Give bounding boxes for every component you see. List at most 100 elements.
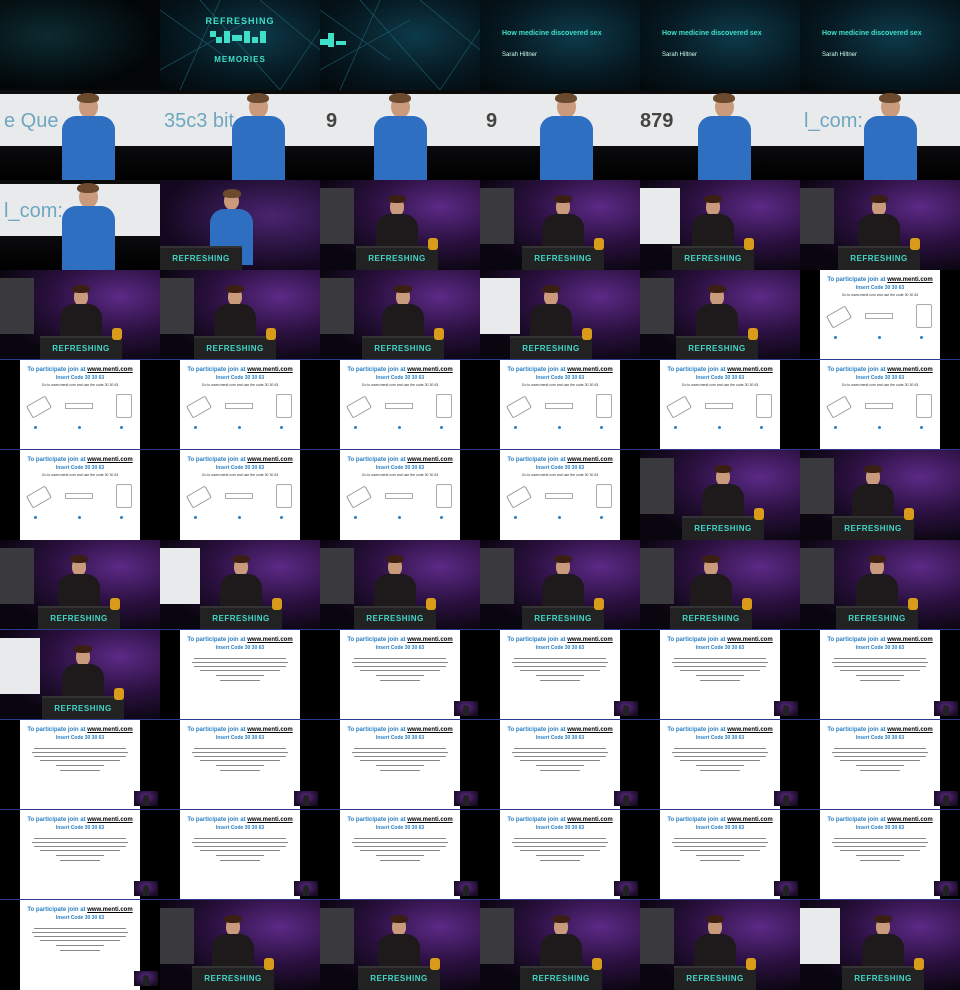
speaker-inset xyxy=(614,701,638,716)
video-thumbnail: REFRESHING xyxy=(160,540,320,630)
heading-link[interactable]: www.menti.com xyxy=(87,367,132,373)
slide-heading: To participate join at www.menti.com xyxy=(20,817,140,823)
logo-pixel xyxy=(320,39,328,45)
podium: REFRESHING xyxy=(842,966,924,990)
text-line xyxy=(56,945,104,947)
slide-subtext: Go to www.menti.com and use the code 30 … xyxy=(521,473,599,477)
heading-link[interactable]: www.menti.com xyxy=(887,727,932,733)
video-thumbnail: To participate join at www.menti.com Inse… xyxy=(320,360,480,450)
speaker-inset xyxy=(774,701,798,716)
text-line xyxy=(672,662,768,664)
heading-link[interactable]: www.menti.com xyxy=(727,637,772,643)
heading-prefix: To participate join at xyxy=(27,817,88,823)
logo-pixels xyxy=(210,31,270,49)
text-line xyxy=(834,666,926,668)
heading-link[interactable]: www.menti.com xyxy=(727,367,772,373)
heading-link[interactable]: www.menti.com xyxy=(407,817,452,823)
slide-code: Insert Code 30 30 63 xyxy=(695,645,745,651)
text-line xyxy=(34,846,126,848)
row-separator xyxy=(0,809,960,810)
slide-heading: To participate join at www.menti.com xyxy=(500,727,620,733)
logo-pixels-glitch xyxy=(320,31,380,49)
slide-code: Insert Code 30 30 63 xyxy=(535,375,585,381)
video-thumbnail: REFRESHING xyxy=(800,450,960,540)
video-thumbnail: To participate join at www.menti.com Inse… xyxy=(480,360,640,450)
desk-lamp xyxy=(754,508,764,520)
slide-code: Insert Code 30 30 63 xyxy=(215,825,265,831)
slide-heading: To participate join at www.menti.com xyxy=(820,637,940,643)
heading-link[interactable]: www.menti.com xyxy=(247,637,292,643)
heading-link[interactable]: www.menti.com xyxy=(247,457,292,463)
desk-lamp xyxy=(746,958,756,970)
heading-link[interactable]: www.menti.com xyxy=(87,457,132,463)
desk-lamp xyxy=(428,238,438,250)
text-line xyxy=(352,752,448,754)
logo-pixel xyxy=(252,37,258,43)
mobile-illustration xyxy=(596,484,612,508)
slide-page: To participate join at www.menti.com Inse… xyxy=(820,720,940,810)
text-line xyxy=(674,748,766,750)
mobile-illustration xyxy=(276,484,292,508)
video-thumbnail: To participate join at www.menti.com Inse… xyxy=(160,360,320,450)
text-line xyxy=(194,838,286,840)
heading-link[interactable]: www.menti.com xyxy=(407,457,452,463)
heading-link[interactable]: www.menti.com xyxy=(567,817,612,823)
stage-screen xyxy=(0,548,34,604)
heading-link[interactable]: www.menti.com xyxy=(567,637,612,643)
heading-prefix: To participate join at xyxy=(187,637,248,643)
text-line xyxy=(354,846,446,848)
text-line xyxy=(696,855,744,857)
heading-link[interactable]: www.menti.com xyxy=(887,277,932,283)
slide-subtext: Go to www.menti.com and use the code 30 … xyxy=(41,383,119,387)
stage-screen xyxy=(640,278,674,334)
heading-link[interactable]: www.menti.com xyxy=(87,907,132,913)
video-thumbnail: REFRESHING xyxy=(640,540,800,630)
speaker-name: Sarah Hiltner xyxy=(662,52,698,58)
heading-link[interactable]: www.menti.com xyxy=(727,727,772,733)
text-line xyxy=(216,765,264,767)
slide-code: Insert Code 30 30 63 xyxy=(55,735,105,741)
heading-link[interactable]: www.menti.com xyxy=(727,817,772,823)
heading-link[interactable]: www.menti.com xyxy=(407,727,452,733)
podium-label: REFRESHING xyxy=(368,254,426,263)
stage-screen xyxy=(160,548,200,604)
slide-heading: To participate join at www.menti.com xyxy=(180,457,300,463)
slide-subtext: Go to www.menti.com and use the code 30 … xyxy=(521,383,599,387)
step-dot xyxy=(238,516,241,519)
step-dot xyxy=(34,426,37,429)
slide-page: To participate join at www.menti.com Inse… xyxy=(340,360,460,450)
slide-code: Insert Code 30 30 63 xyxy=(695,735,745,741)
heading-link[interactable]: www.menti.com xyxy=(887,637,932,643)
heading-link[interactable]: www.menti.com xyxy=(887,817,932,823)
text-line xyxy=(354,658,446,660)
slide-page: To participate join at www.menti.com Inse… xyxy=(20,720,140,810)
heading-link[interactable]: www.menti.com xyxy=(247,727,292,733)
code-field xyxy=(385,403,413,409)
text-line xyxy=(514,756,606,758)
heading-link[interactable]: www.menti.com xyxy=(887,367,932,373)
heading-link[interactable]: www.menti.com xyxy=(87,727,132,733)
heading-link[interactable]: www.menti.com xyxy=(87,817,132,823)
slide-heading: To participate join at www.menti.com xyxy=(20,907,140,913)
text-line xyxy=(60,950,100,952)
text-line xyxy=(834,846,926,848)
video-thumbnail: To participate join at www.menti.com Inse… xyxy=(160,450,320,540)
heading-link[interactable]: www.menti.com xyxy=(407,637,452,643)
slide-code: Insert Code 30 30 63 xyxy=(375,825,425,831)
text-line xyxy=(680,850,760,852)
heading-prefix: To participate join at xyxy=(187,817,248,823)
text-line xyxy=(194,846,286,848)
step-dot xyxy=(600,516,603,519)
heading-link[interactable]: www.menti.com xyxy=(407,367,452,373)
text-line xyxy=(514,666,606,668)
heading-link[interactable]: www.menti.com xyxy=(567,457,612,463)
podium-label: REFRESHING xyxy=(534,254,592,263)
heading-link[interactable]: www.menti.com xyxy=(247,367,292,373)
heading-link[interactable]: www.menti.com xyxy=(567,367,612,373)
text-line xyxy=(672,752,768,754)
heading-link[interactable]: www.menti.com xyxy=(247,817,292,823)
video-thumbnail: 879 xyxy=(640,90,800,180)
podium: REFRESHING xyxy=(682,516,764,540)
video-thumbnail: e QueREFRESHING xyxy=(160,180,320,270)
heading-link[interactable]: www.menti.com xyxy=(567,727,612,733)
